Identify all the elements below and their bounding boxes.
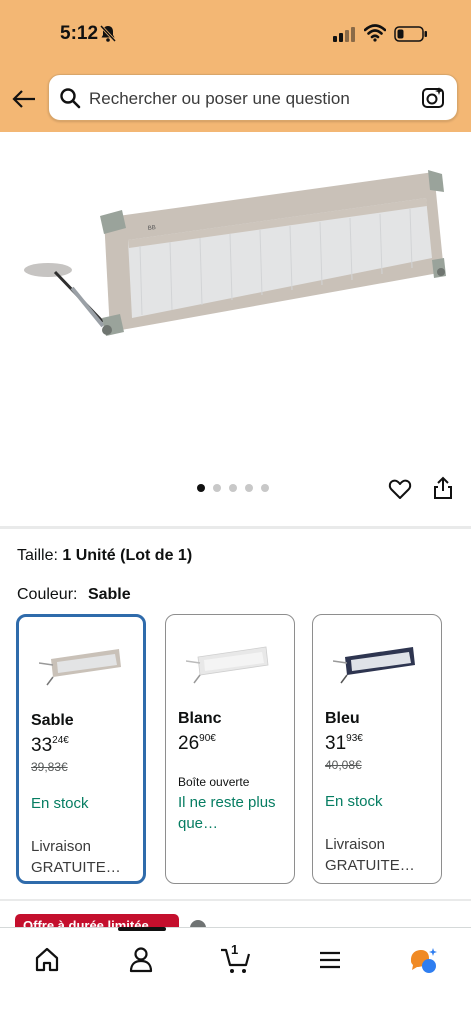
product-image[interactable]: BB bbox=[0, 132, 471, 527]
variant-thumbnail bbox=[39, 649, 121, 686]
variant-delivery: Livraison GRATUITE… bbox=[325, 834, 415, 876]
color-value: Sable bbox=[87, 586, 131, 603]
bed-rail-illustration: BB bbox=[24, 170, 446, 336]
search-bar[interactable]: Rechercher ou poser une question bbox=[48, 74, 458, 121]
clock: 5:12 bbox=[60, 23, 99, 44]
variant-name: Sable bbox=[31, 712, 74, 729]
home-icon[interactable] bbox=[29, 942, 65, 978]
price-currency: € bbox=[210, 733, 216, 744]
menu-icon[interactable] bbox=[312, 942, 348, 978]
variant-old-price: 39,83€ bbox=[31, 760, 68, 774]
back-arrow-icon[interactable] bbox=[11, 86, 37, 112]
pagination-dot[interactable] bbox=[245, 484, 253, 492]
svg-text:BB: BB bbox=[147, 225, 156, 232]
variant-card-bleu[interactable]: Bleu 3193€ 40,08€ En stock Livraison GRA… bbox=[312, 614, 442, 884]
variant-card-sable[interactable]: Sable 3324€ 39,83€ En stock Livraison GR… bbox=[16, 614, 146, 884]
search-header: Rechercher ou poser une question bbox=[0, 66, 471, 132]
delivery-line: GRATUITE… bbox=[31, 859, 121, 876]
size-row: Taille: 1 Unité (Lot de 1) bbox=[17, 547, 192, 565]
variant-price: 3324€ bbox=[31, 735, 69, 757]
pagination-dot[interactable] bbox=[261, 484, 269, 492]
variant-thumbnail bbox=[333, 647, 415, 684]
variant-name: Blanc bbox=[178, 710, 222, 727]
variant-availability: Il ne reste plus que… bbox=[178, 794, 276, 832]
variant-thumbnail bbox=[186, 646, 269, 684]
heart-icon[interactable] bbox=[388, 477, 412, 501]
price-fraction: 93 bbox=[346, 733, 358, 744]
size-label: Taille: bbox=[17, 547, 58, 564]
variant-delivery: Livraison GRATUITE… bbox=[31, 836, 121, 878]
battery-icon bbox=[394, 26, 427, 42]
variant-availability: En stock bbox=[31, 795, 89, 812]
price-whole: 33 bbox=[31, 735, 53, 756]
size-value: 1 Unité (Lot de 1) bbox=[62, 547, 193, 564]
image-pagination-dots[interactable] bbox=[197, 484, 269, 492]
camera-icon[interactable] bbox=[421, 86, 445, 110]
pagination-dot[interactable] bbox=[197, 484, 205, 492]
status-bar: 5:12 bbox=[0, 0, 471, 66]
divider bbox=[0, 526, 471, 529]
variant-availability: En stock bbox=[325, 793, 383, 810]
variant-price: 2690€ bbox=[178, 733, 216, 755]
variant-card-blanc[interactable]: Blanc 2690€ Boîte ouverte Il ne reste pl… bbox=[165, 614, 295, 884]
divider bbox=[0, 899, 471, 901]
search-icon bbox=[60, 88, 81, 109]
cellular-signal-icon bbox=[333, 27, 355, 42]
variant-name: Bleu bbox=[325, 710, 360, 727]
cart-count: 1 bbox=[231, 942, 239, 957]
pagination-dot[interactable] bbox=[213, 484, 221, 492]
rufus-ai-icon[interactable] bbox=[405, 942, 441, 978]
color-label: Couleur: bbox=[17, 586, 78, 603]
variant-condition-note: Boîte ouverte bbox=[178, 775, 250, 789]
delivery-line: GRATUITE… bbox=[325, 857, 415, 874]
delivery-line: Livraison bbox=[31, 838, 92, 855]
variant-price: 3193€ bbox=[325, 733, 363, 755]
price-whole: 31 bbox=[325, 733, 347, 754]
variant-old-price: 40,08€ bbox=[325, 758, 362, 772]
bell-muted-icon bbox=[100, 25, 116, 43]
color-row: Couleur: Sable bbox=[17, 586, 131, 604]
price-fraction: 24 bbox=[52, 735, 64, 746]
price-whole: 26 bbox=[178, 733, 200, 754]
price-currency: € bbox=[357, 733, 363, 744]
search-placeholder[interactable]: Rechercher ou poser une question bbox=[89, 89, 350, 109]
delivery-line: Livraison bbox=[325, 836, 386, 853]
cart-button[interactable]: 1 bbox=[218, 942, 254, 978]
pagination-dot[interactable] bbox=[229, 484, 237, 492]
price-currency: € bbox=[63, 735, 69, 746]
share-icon[interactable] bbox=[432, 476, 454, 500]
price-fraction: 90 bbox=[199, 733, 211, 744]
wifi-icon bbox=[364, 24, 386, 42]
account-icon[interactable] bbox=[123, 942, 159, 978]
active-tab-indicator bbox=[118, 927, 166, 931]
